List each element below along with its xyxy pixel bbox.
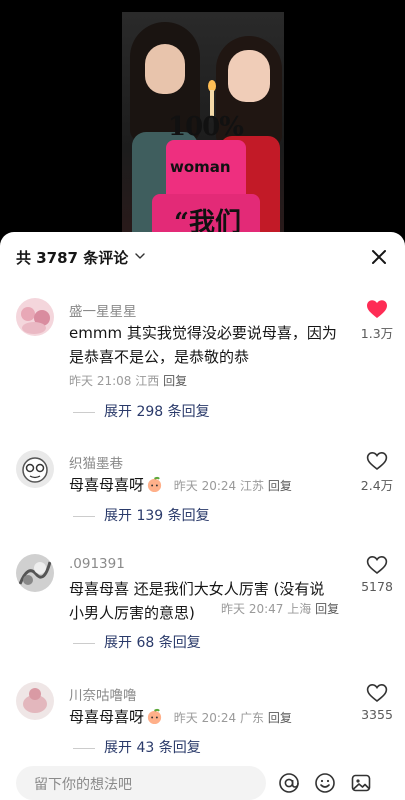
reply-button[interactable]: 回复 (268, 711, 292, 725)
expand-replies-button[interactable]: 展开 68 条回复 (73, 632, 201, 652)
expand-replies-button[interactable]: 展开 139 条回复 (73, 505, 210, 525)
video-frame: 100% woman “我们 (122, 12, 284, 240)
like-button[interactable]: 3355 (356, 683, 398, 722)
comment-username[interactable]: 川奈咕噜噜 (69, 684, 137, 704)
expand-replies-label: 展开 139 条回复 (104, 508, 210, 524)
comment-input[interactable]: 留下你的想法吧 (16, 766, 266, 800)
like-button[interactable]: 2.4万 (356, 451, 398, 494)
like-button[interactable]: 5178 (356, 555, 398, 594)
like-count: 1.3万 (360, 326, 394, 341)
comment-text: emmm 其实我觉得没必要说母喜，因为是恭喜不是公，是恭敬的恭 (69, 324, 337, 366)
video-player[interactable]: 100% woman “我们 (0, 0, 405, 240)
comment-text-row: 母喜母喜呀 昨天 20:24 广东 回复 (69, 705, 359, 730)
comment-meta: 昨天 20:24 广东 回复 (174, 711, 292, 725)
comment-time: 昨天 20:47 (221, 602, 284, 616)
reply-button[interactable]: 回复 (315, 602, 339, 616)
comment-username[interactable]: 盛一星星星 (69, 300, 137, 320)
heart-outline-icon (366, 451, 388, 471)
cake-text-woman: woman (170, 158, 231, 176)
comment-time: 昨天 21:08 (69, 374, 132, 388)
comment-location: 上海 (287, 602, 312, 616)
comment-text: 母喜母喜呀 (69, 476, 145, 494)
at-icon[interactable] (278, 772, 300, 794)
comment-meta: 昨天 20:24 江苏 回复 (174, 479, 292, 493)
comment-input-placeholder: 留下你的想法吧 (34, 777, 132, 793)
comment-count-title[interactable]: 共 3787 条评论 (16, 247, 128, 268)
avatar[interactable] (16, 298, 54, 336)
comment-meta: 昨天 20:47 上海 回复 (221, 600, 339, 617)
comment-meta: 昨天 21:08 江西 回复 (69, 372, 187, 389)
like-button[interactable]: 1.3万 (356, 299, 398, 342)
avatar[interactable] (16, 450, 54, 488)
comment-text-row: 母喜母喜呀 昨天 20:24 江苏 回复 (69, 473, 359, 498)
heart-outline-icon (366, 683, 388, 703)
comment-location: 江西 (135, 374, 160, 388)
reply-button[interactable]: 回复 (268, 479, 292, 493)
expand-replies-label: 展开 43 条回复 (104, 740, 201, 756)
expand-replies-button[interactable]: 展开 43 条回复 (73, 737, 201, 757)
like-count: 5178 (361, 579, 393, 594)
comment-location: 广东 (240, 711, 265, 725)
comment-sheet-header: 共 3787 条评论 (0, 232, 405, 280)
heart-filled-icon (367, 300, 387, 318)
comment-time: 昨天 20:24 (173, 479, 237, 493)
reply-button[interactable]: 回复 (163, 374, 187, 388)
like-count: 3355 (361, 707, 393, 722)
avatar[interactable] (16, 682, 54, 720)
peach-emoji-icon (147, 476, 162, 493)
comment-text: 母喜母喜呀 (69, 708, 145, 726)
heart-outline-icon (366, 555, 388, 575)
comment-time: 昨天 20:24 (173, 711, 237, 725)
like-count: 2.4万 (360, 478, 394, 493)
close-icon[interactable] (368, 246, 390, 268)
expand-replies-button[interactable]: 展开 298 条回复 (73, 401, 210, 421)
emoji-icon[interactable] (314, 772, 336, 794)
comment-sheet: 共 3787 条评论 盛一星星星 emmm 其实我觉得没必要说母喜，因为是恭喜不… (0, 232, 405, 800)
expand-replies-label: 展开 298 条回复 (104, 404, 210, 420)
image-icon[interactable] (350, 772, 372, 794)
expand-replies-label: 展开 68 条回复 (104, 635, 201, 651)
avatar[interactable] (16, 554, 54, 592)
peach-emoji-icon (147, 708, 162, 725)
comment-input-bar: 留下你的想法吧 (0, 766, 405, 800)
comment-username[interactable]: .091391 (69, 556, 125, 572)
comment-location: 江苏 (240, 479, 265, 493)
cake-topper: 100% (168, 112, 244, 142)
chevron-down-icon[interactable] (132, 248, 148, 264)
comment-username[interactable]: 织猫墨巷 (69, 452, 123, 472)
